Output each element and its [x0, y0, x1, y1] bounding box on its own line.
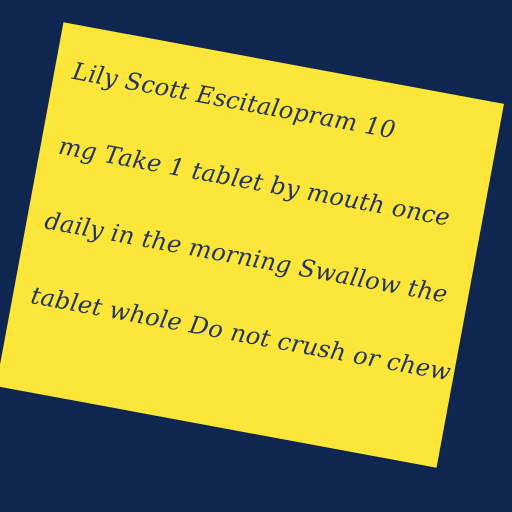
note-text: Lily Scott Escitalopram 10 mg Take 1 tab…: [24, 33, 492, 408]
sticky-note: Lily Scott Escitalopram 10 mg Take 1 tab…: [0, 22, 504, 468]
